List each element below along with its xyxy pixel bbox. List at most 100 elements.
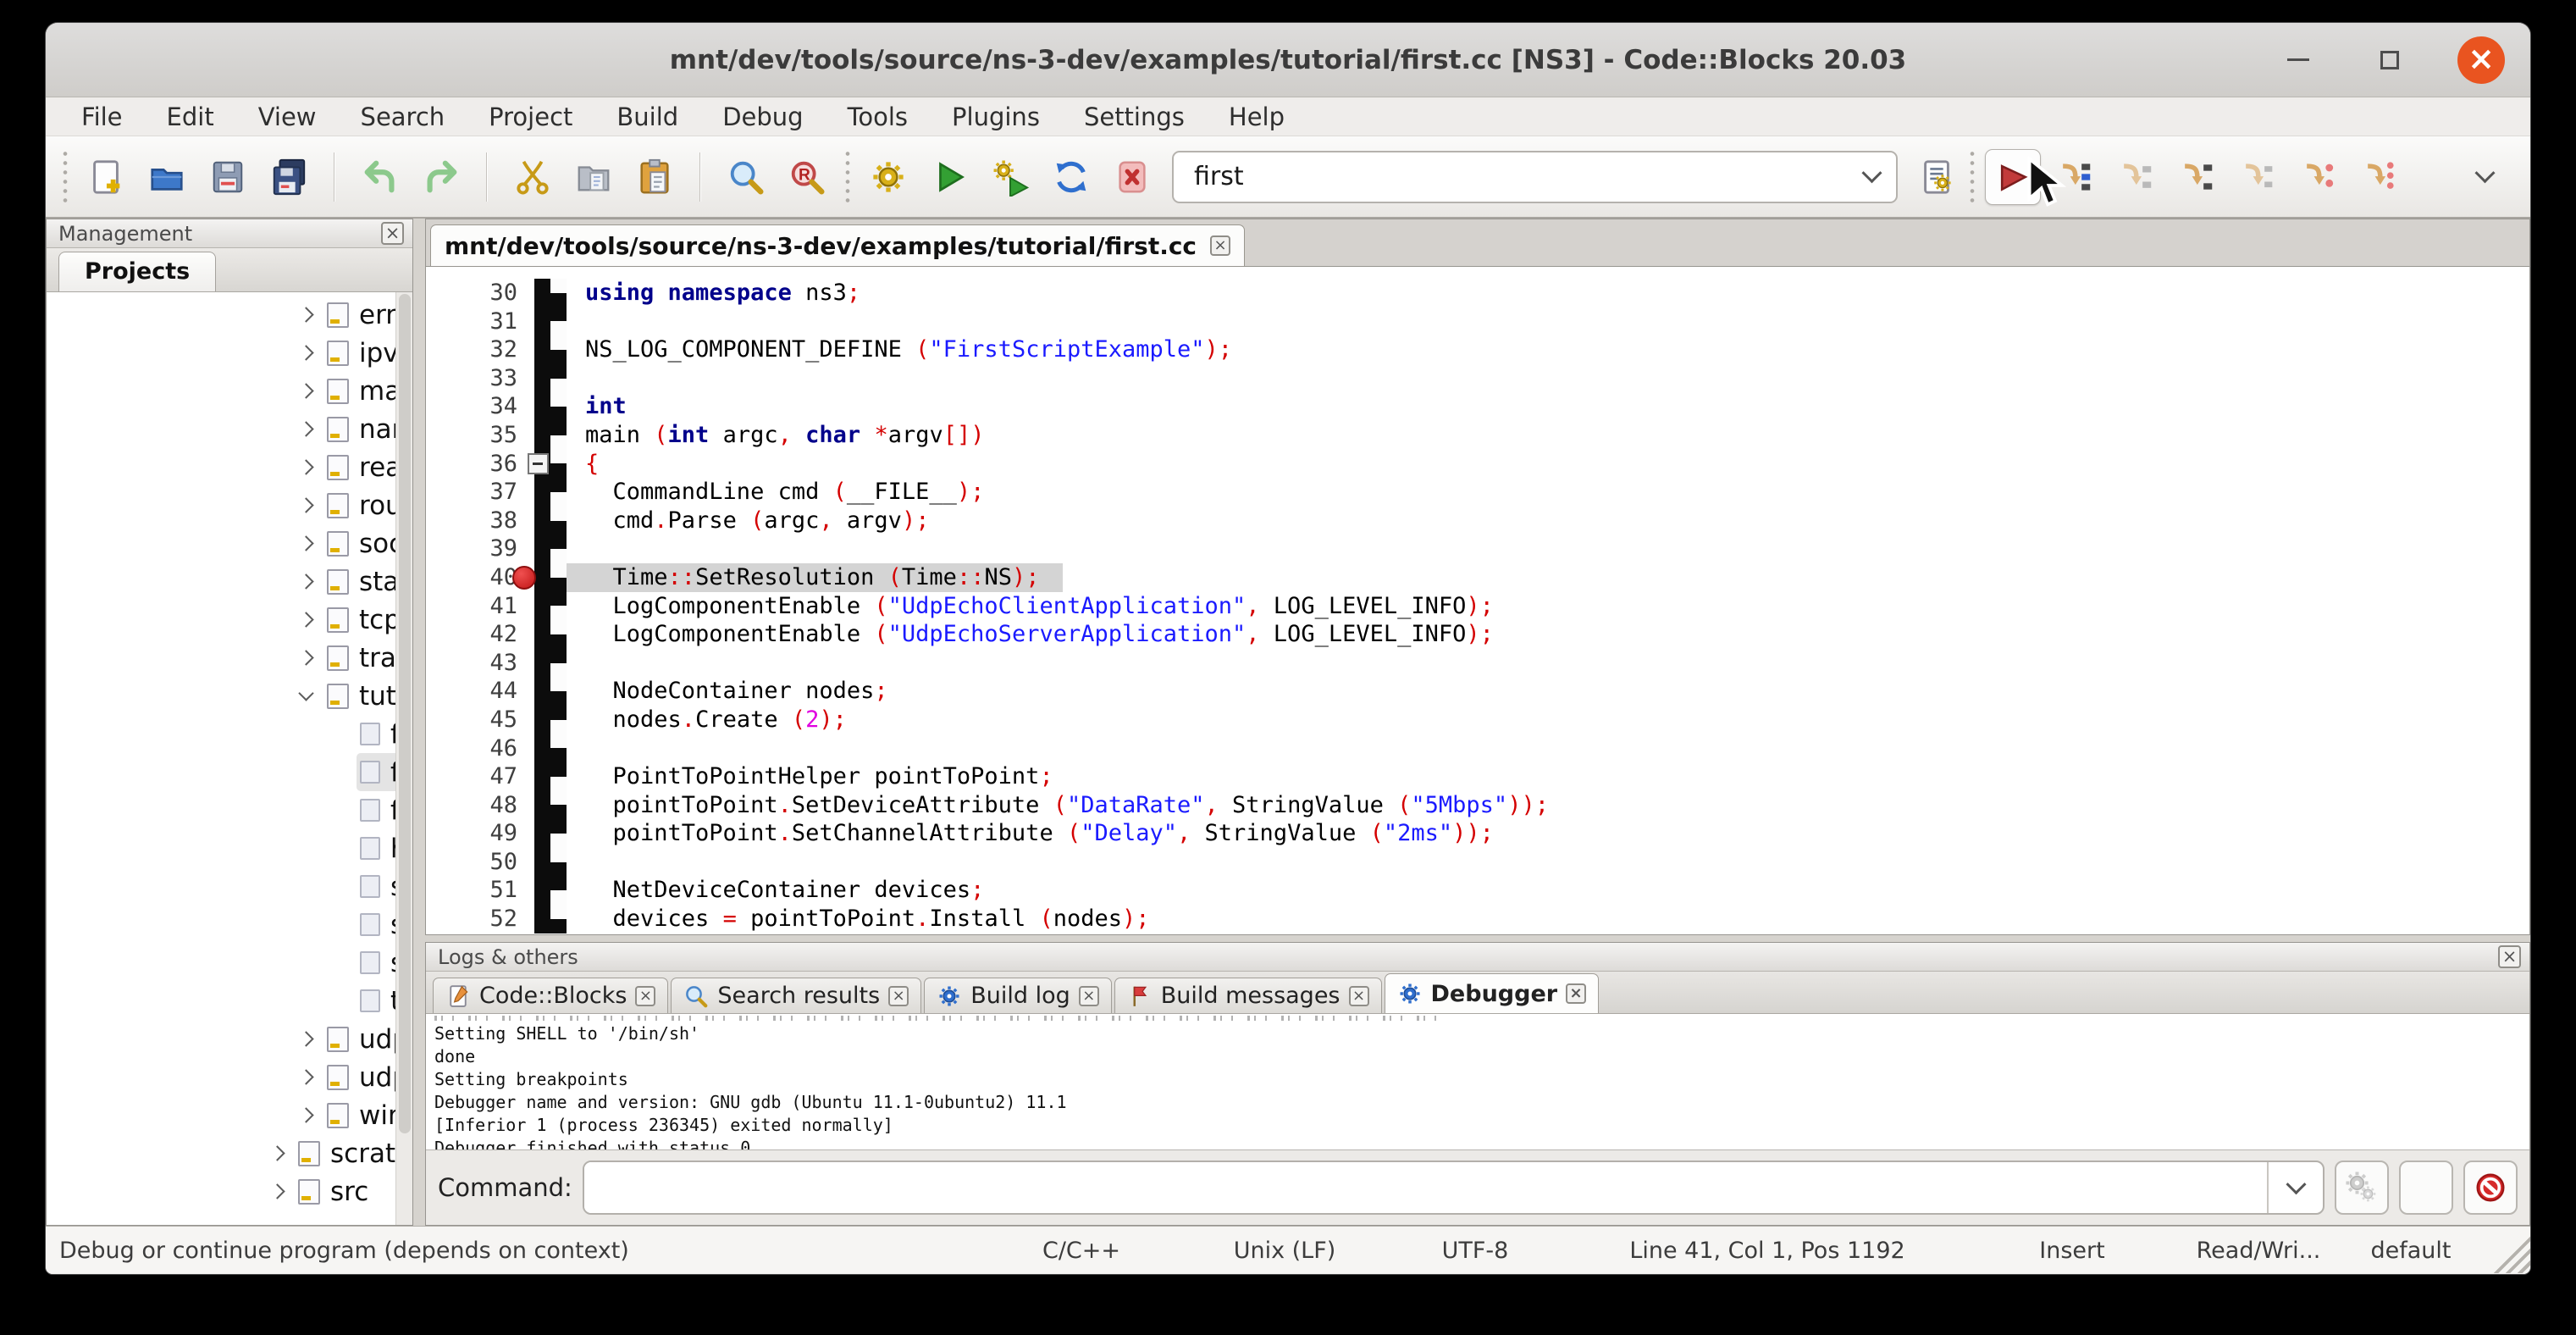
tab-build-log[interactable]: Build log×: [924, 978, 1112, 1013]
resize-grip[interactable]: [2488, 1231, 2530, 1273]
toolbar-drag-handle[interactable]: [61, 149, 69, 205]
copy-button[interactable]: [566, 149, 622, 205]
toolbar-drag-handle[interactable]: [843, 149, 852, 205]
toolbar-drag-handle[interactable]: [1968, 149, 1976, 205]
panel-splitter[interactable]: [413, 219, 425, 1226]
paste-button[interactable]: [627, 149, 683, 205]
code-text: NS_LOG_COMPONENT_DEFINE ("FirstScriptExa…: [567, 335, 1232, 364]
minimize-button[interactable]: [2275, 36, 2322, 84]
code-token: ns3: [792, 280, 847, 306]
command-dropdown-button[interactable]: [2267, 1162, 2323, 1213]
find-button[interactable]: [718, 149, 774, 205]
management-tabbar: Projects: [47, 248, 412, 292]
tab-build-messages[interactable]: Build messages×: [1114, 978, 1382, 1013]
folder-icon: [298, 1141, 320, 1166]
menu-item-tools[interactable]: Tools: [826, 97, 930, 136]
redo-button[interactable]: [413, 149, 469, 205]
tree-item-tcp[interactable]: tcp: [297, 601, 411, 639]
status-readwrite: Read/Wri...: [2178, 1238, 2339, 1264]
menu-item-view[interactable]: View: [236, 97, 339, 136]
menu-item-settings[interactable]: Settings: [1062, 97, 1207, 136]
build-button[interactable]: [860, 149, 916, 205]
logs-splitter[interactable]: [425, 935, 2530, 942]
code-line-32: 32NS_LOG_COMPONENT_DEFINE ("FirstScriptE…: [426, 335, 2529, 364]
code-area[interactable]: 30using namespace ns3;3132NS_LOG_COMPONE…: [426, 267, 2529, 934]
run-button[interactable]: [921, 149, 977, 205]
editor-tab-first-cc[interactable]: mnt/dev/tools/source/ns-3-dev/examples/t…: [430, 224, 1245, 266]
code-token: [792, 422, 805, 448]
tab-projects[interactable]: Projects: [58, 252, 216, 291]
tab-close-button[interactable]: ×: [1349, 986, 1369, 1006]
editor-margin: [534, 535, 567, 563]
replace-button[interactable]: R: [779, 149, 835, 205]
tab-code-blocks[interactable]: Code::Blocks×: [433, 978, 668, 1013]
tab-close-button[interactable]: ×: [635, 986, 655, 1006]
menu-item-project[interactable]: Project: [467, 97, 594, 136]
tree-scrollbar[interactable]: [395, 292, 412, 1225]
next-instruction-button[interactable]: [2290, 149, 2346, 205]
breakpoint-marker[interactable]: [512, 566, 536, 590]
step-into-instruction-button[interactable]: [2351, 149, 2407, 205]
title-bar[interactable]: mnt/dev/tools/source/ns-3-dev/examples/t…: [46, 23, 2530, 97]
toolbar-overflow-button[interactable]: [2461, 149, 2508, 205]
save-file-button[interactable]: [200, 149, 256, 205]
line-number: 50: [426, 848, 534, 877]
file-icon: [360, 723, 380, 745]
step-into-button[interactable]: [2168, 149, 2224, 205]
build-and-run-button[interactable]: [982, 149, 1038, 205]
open-file-button[interactable]: [139, 149, 195, 205]
next-line-button[interactable]: [2107, 149, 2163, 205]
tab-debugger[interactable]: Debugger ×: [1385, 973, 1600, 1013]
step-out-button[interactable]: [2229, 149, 2285, 205]
chevron-right-icon: [298, 1031, 313, 1046]
menu-item-edit[interactable]: Edit: [145, 97, 236, 136]
project-tree[interactable]: erroipv6matnamreallroutsockstattcptraflt…: [47, 292, 412, 1210]
menu-item-plugins[interactable]: Plugins: [930, 97, 1062, 136]
menu-item-debug[interactable]: Debug: [700, 97, 825, 136]
margin-checker: [550, 379, 567, 393]
code-token: CommandLine cmd: [585, 479, 833, 505]
abort-build-button[interactable]: [1104, 149, 1160, 205]
code-line-42: 42 LogComponentEnable ("UdpEchoServerApp…: [426, 620, 2529, 649]
copy-log-button[interactable]: [2399, 1161, 2453, 1215]
target-options-button[interactable]: [1910, 149, 1965, 205]
maximize-button[interactable]: [2366, 36, 2413, 84]
status-profile: default: [2339, 1238, 2483, 1264]
tab-close-button[interactable]: ×: [888, 986, 909, 1006]
toolbar-separator: [486, 152, 488, 202]
menu-item-build[interactable]: Build: [594, 97, 700, 136]
stop-icon: [2474, 1171, 2507, 1205]
fold-marker[interactable]: [528, 453, 549, 474]
menu-item-search[interactable]: Search: [339, 97, 467, 136]
code-token: int: [668, 422, 710, 448]
menu-item-help[interactable]: Help: [1207, 97, 1307, 136]
undo-button[interactable]: [352, 149, 408, 205]
command-input[interactable]: [584, 1162, 2267, 1213]
editor-tab-close-button[interactable]: ×: [1210, 235, 1230, 256]
logs-close-button[interactable]: ×: [2498, 945, 2521, 968]
build-target-combo[interactable]: first: [1172, 151, 1898, 203]
new-file-button[interactable]: [78, 149, 134, 205]
code-line-33: 33: [426, 364, 2529, 393]
line-number: 34: [426, 392, 534, 421]
rebuild-button[interactable]: [1043, 149, 1099, 205]
save-all-button[interactable]: [261, 149, 317, 205]
cut-button[interactable]: [505, 149, 561, 205]
find-icon: [727, 158, 766, 197]
debugging-windows-button[interactable]: [2335, 1161, 2389, 1215]
menu-item-file[interactable]: File: [59, 97, 145, 136]
tree-item-scratch[interactable]: scratch: [268, 1134, 412, 1172]
tab-close-button[interactable]: ×: [1566, 983, 1586, 1004]
line-number: 42: [426, 620, 534, 649]
code-text: [567, 364, 585, 393]
tree-scrollbar-thumb[interactable]: [399, 294, 411, 1133]
file-icon: [360, 799, 380, 822]
tab-close-button[interactable]: ×: [1079, 986, 1099, 1006]
tab-search-results[interactable]: Search results×: [671, 978, 921, 1013]
close-button[interactable]: ×: [2457, 36, 2505, 84]
tree-item-src[interactable]: src: [268, 1172, 379, 1210]
tab-label: Debugger: [1431, 981, 1558, 1007]
debugger-log[interactable]: Setting SHELL to '/bin/sh'doneSetting br…: [426, 1014, 2529, 1150]
stop-debugger-button[interactable]: [2463, 1161, 2518, 1215]
management-close-button[interactable]: ×: [381, 222, 404, 245]
